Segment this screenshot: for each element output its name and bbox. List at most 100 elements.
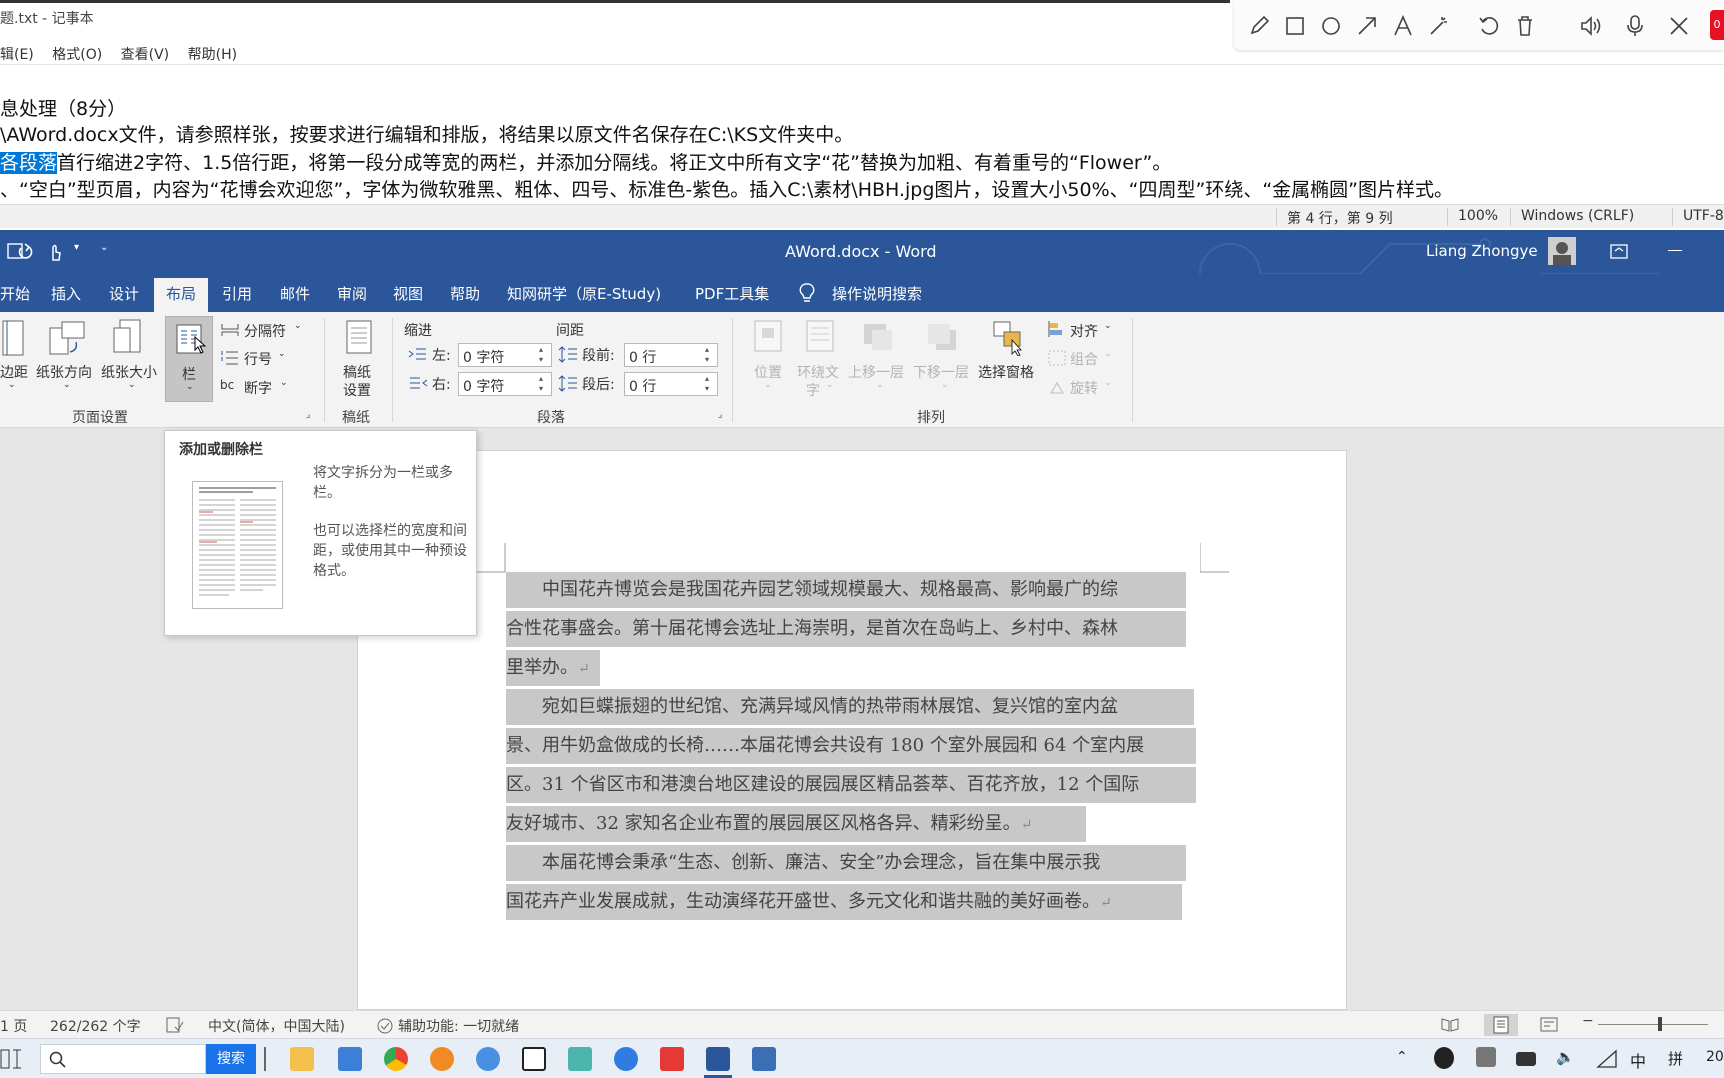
word-app-icon[interactable] (706, 1047, 730, 1071)
hyphenation-dropdown-icon[interactable]: ⌄ (280, 378, 288, 388)
wrap-text-dropdown-icon[interactable]: ⌄ (826, 380, 834, 390)
close-icon[interactable] (1666, 13, 1692, 39)
undo-icon[interactable] (1476, 13, 1502, 39)
manuscript-button[interactable]: 稿纸 (343, 362, 371, 382)
network-icon[interactable] (1596, 1049, 1618, 1069)
minimize-icon[interactable] (1668, 250, 1682, 251)
notes-app-icon[interactable] (568, 1047, 592, 1071)
tray-app-icon[interactable] (1476, 1047, 1496, 1067)
breaks-dropdown-icon[interactable]: ⌄ (294, 321, 302, 331)
spinner-arrows-icon[interactable]: ▴ ▾ (539, 374, 549, 394)
arrow-icon[interactable] (1354, 13, 1380, 39)
read-mode-icon[interactable] (1440, 1017, 1460, 1033)
menu-help[interactable]: 帮助(H) (188, 47, 237, 63)
qq-icon[interactable] (1434, 1047, 1454, 1069)
menu-format[interactable]: 格式(O) (52, 47, 102, 63)
tab-mailings[interactable]: 邮件 (280, 283, 310, 304)
menu-view[interactable]: 查看(V) (121, 47, 170, 63)
zoom-slider-thumb[interactable] (1658, 1017, 1662, 1031)
position-dropdown-icon[interactable]: ⌄ (764, 380, 772, 390)
page-setup-launcher-icon[interactable]: ⌟ (306, 410, 310, 420)
trash-icon[interactable] (1512, 13, 1538, 39)
paragraph-launcher-icon[interactable]: ⌟ (718, 410, 722, 420)
align-dropdown-icon[interactable]: ⌄ (1104, 321, 1112, 331)
magic-wand-icon[interactable] (1426, 13, 1452, 39)
position-button[interactable]: 位置 (754, 362, 782, 382)
spinner-arrows-icon[interactable]: ▴ ▾ (705, 345, 715, 365)
document-line[interactable]: 国花卉产业发展成就，生动演绎花开盛世、多元文化和谐共融的美好画卷。↵ (506, 884, 1182, 920)
paper-size-button[interactable]: 纸张大小 (101, 362, 157, 382)
menu-edit[interactable]: 辑(E) (0, 47, 34, 63)
app-window-icon[interactable] (522, 1047, 546, 1071)
tab-layout[interactable]: 布局 (154, 278, 209, 312)
document-line[interactable]: 景、用牛奶盒做成的长椅……本届花博会共设有 180 个室外展园和 64 个室内展 (506, 728, 1196, 764)
zoom-out-icon[interactable]: − (1582, 1013, 1594, 1029)
bring-forward-button[interactable]: 上移一层 (848, 362, 904, 382)
avatar[interactable] (1548, 237, 1576, 265)
indent-left-input[interactable]: 0 字符 ▴ ▾ (458, 343, 552, 367)
notepad-line-3[interactable]: 各段落首行缩进2字符、1.5倍行距，将第一段分成等宽的两栏，并添加分隔线。将正文… (0, 148, 1171, 175)
document-line[interactable]: 友好城市、32 家知名企业布置的展园展区风格各异、精彩纷呈。↵ (506, 806, 1086, 842)
photos-icon[interactable] (752, 1047, 776, 1071)
rotate-button[interactable]: 旋转 (1070, 378, 1098, 398)
bring-forward-dropdown-icon[interactable]: ⌄ (876, 380, 884, 390)
tab-help[interactable]: 帮助 (450, 283, 480, 304)
ribbon-display-icon[interactable] (1610, 244, 1628, 260)
orientation-button[interactable]: 纸张方向 (36, 362, 92, 382)
ime-indicator[interactable]: 中 (1630, 1048, 1646, 1072)
manuscript-button-line2[interactable]: 设置 (343, 380, 371, 400)
browser-icon[interactable] (476, 1047, 500, 1071)
print-layout-button[interactable] (1484, 1014, 1518, 1036)
chrome-icon[interactable] (384, 1047, 408, 1071)
ime-mode[interactable]: 拼 (1668, 1048, 1683, 1069)
spinner-arrows-icon[interactable]: ▴ ▾ (705, 374, 715, 394)
tab-insert[interactable]: 插入 (51, 283, 81, 304)
touch-mode-dropdown-icon[interactable]: ▾ (74, 242, 79, 253)
speaker-icon[interactable] (1578, 13, 1604, 39)
sogou-icon[interactable] (614, 1047, 638, 1071)
hyphenation-button[interactable]: 断字 (244, 378, 272, 398)
document-line[interactable]: 本届花博会秉承“生态、创新、廉洁、安全”办会理念，旨在集中展示我 (506, 845, 1186, 881)
tab-home[interactable]: 开始 (0, 283, 30, 304)
battery-icon[interactable] (1516, 1052, 1536, 1066)
send-backward-button[interactable]: 下移一层 (913, 362, 969, 382)
notepad-line-1[interactable]: 息处理（8分） (0, 94, 126, 121)
tab-review[interactable]: 审阅 (337, 283, 367, 304)
document-line[interactable]: 宛如巨蝶振翅的世纪馆、充满异域风情的热带雨林展馆、复兴馆的室内盆 (506, 689, 1194, 725)
spacing-after-input[interactable]: 0 行 ▴ ▾ (624, 372, 718, 396)
wrap-text-button-line2[interactable]: 字 (806, 380, 820, 400)
task-view-icon[interactable] (0, 1049, 22, 1069)
columns-dropdown-icon[interactable]: ⌄ (186, 382, 194, 392)
rotate-dropdown-icon[interactable]: ⌄ (1104, 378, 1112, 388)
proofing-icon[interactable] (166, 1017, 184, 1033)
accessibility-icon[interactable] (376, 1017, 394, 1035)
zoom-slider[interactable] (1598, 1024, 1708, 1025)
orientation-dropdown-icon[interactable]: ⌄ (63, 380, 71, 390)
selected-text[interactable]: 各段落 (0, 152, 58, 174)
redo-icon[interactable] (15, 242, 35, 262)
margins-dropdown-icon[interactable]: ⌄ (8, 380, 16, 390)
page-count[interactable]: 1 页 (0, 1016, 27, 1036)
line-numbers-button[interactable]: 行号 (244, 349, 272, 369)
notepad-line-2[interactable]: \AWord.docx文件，请参照样张，按要求进行编辑和排版，将结果以原文件名保… (0, 120, 853, 147)
tab-pdf-tools[interactable]: PDF工具集 (695, 283, 769, 304)
tell-me-search[interactable]: 操作说明搜索 (832, 283, 922, 304)
search-button[interactable]: 搜索 (206, 1044, 256, 1074)
breaks-button[interactable]: 分隔符 (244, 321, 286, 341)
document-line[interactable]: 里举办。↵ (506, 650, 600, 686)
spinner-arrows-icon[interactable]: ▴ ▾ (539, 345, 549, 365)
search-input[interactable] (40, 1044, 206, 1074)
notepad-line-4[interactable]: 、“空白”型页眉，内容为“花博会欢迎您”，字体为微软雅黑、粗体、四号、标准色-紫… (0, 175, 1453, 202)
line-numbers-dropdown-icon[interactable]: ⌄ (278, 349, 286, 359)
touch-mode-icon[interactable] (46, 242, 64, 262)
document-line[interactable]: 中国花卉博览会是我国花卉园艺领域规模最大、规格最高、影响最广的综 (506, 572, 1186, 608)
pencil-icon[interactable] (1246, 13, 1272, 39)
tab-cnki[interactable]: 知网研学（原E-Study) (507, 283, 661, 304)
selection-pane-button[interactable]: 选择窗格 (978, 362, 1034, 382)
indent-right-input[interactable]: 0 字符 ▴ ▾ (458, 372, 552, 396)
group-button[interactable]: 组合 (1070, 349, 1098, 369)
customize-qat-icon[interactable]: ⌄ (100, 242, 108, 253)
user-name[interactable]: Liang Zhongye (1426, 242, 1538, 260)
file-explorer-icon[interactable] (290, 1047, 314, 1071)
web-layout-icon[interactable] (1540, 1017, 1560, 1033)
